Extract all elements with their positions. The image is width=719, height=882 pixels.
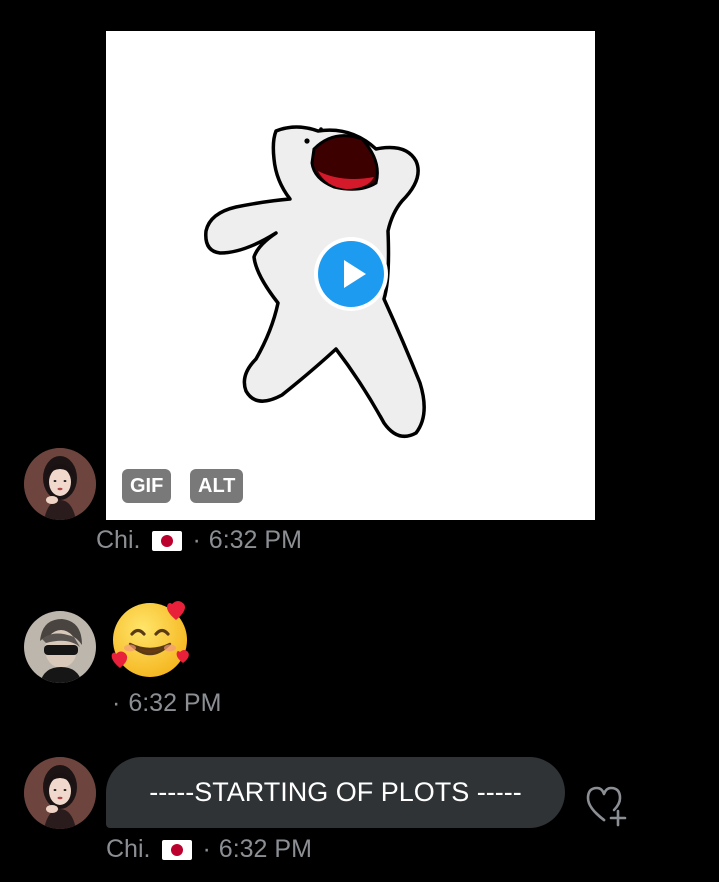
message-meta: Chi. · 6:32 PM [106, 835, 312, 864]
play-button[interactable] [314, 237, 388, 311]
japan-flag-icon [162, 839, 193, 860]
play-icon [344, 260, 366, 288]
message-meta: · 6:32 PM [112, 689, 221, 718]
separator: · [202, 835, 211, 863]
timestamp: 6:32 PM [208, 526, 302, 554]
emoji-message[interactable] [110, 598, 194, 682]
smiling-face-with-hearts-icon [111, 601, 189, 677]
alt-badge[interactable]: ALT [190, 469, 244, 503]
gif-media[interactable]: GIF ALT [106, 31, 595, 520]
message-bubble[interactable]: -----STARTING OF PLOTS ----- [106, 757, 565, 828]
timestamp: 6:32 PM [218, 835, 312, 863]
heart-plus-icon [586, 786, 627, 827]
timestamp: 6:32 PM [128, 689, 222, 717]
sender-name[interactable]: Chi. [106, 835, 150, 864]
sender-name[interactable]: Chi. [96, 526, 140, 555]
react-button[interactable] [584, 784, 632, 828]
message-meta: Chi. · 6:32 PM [96, 526, 302, 555]
avatar-chi[interactable] [24, 448, 96, 520]
avatar-user[interactable] [24, 611, 96, 683]
avatar-chi[interactable] [24, 757, 96, 829]
dm-conversation: GIF ALT Chi. · 6:32 PM · 6:32 PM -----ST… [0, 0, 719, 882]
separator: · [192, 526, 201, 554]
gif-badge: GIF [122, 469, 172, 503]
japan-flag-icon [152, 530, 183, 551]
separator: · [112, 689, 121, 717]
